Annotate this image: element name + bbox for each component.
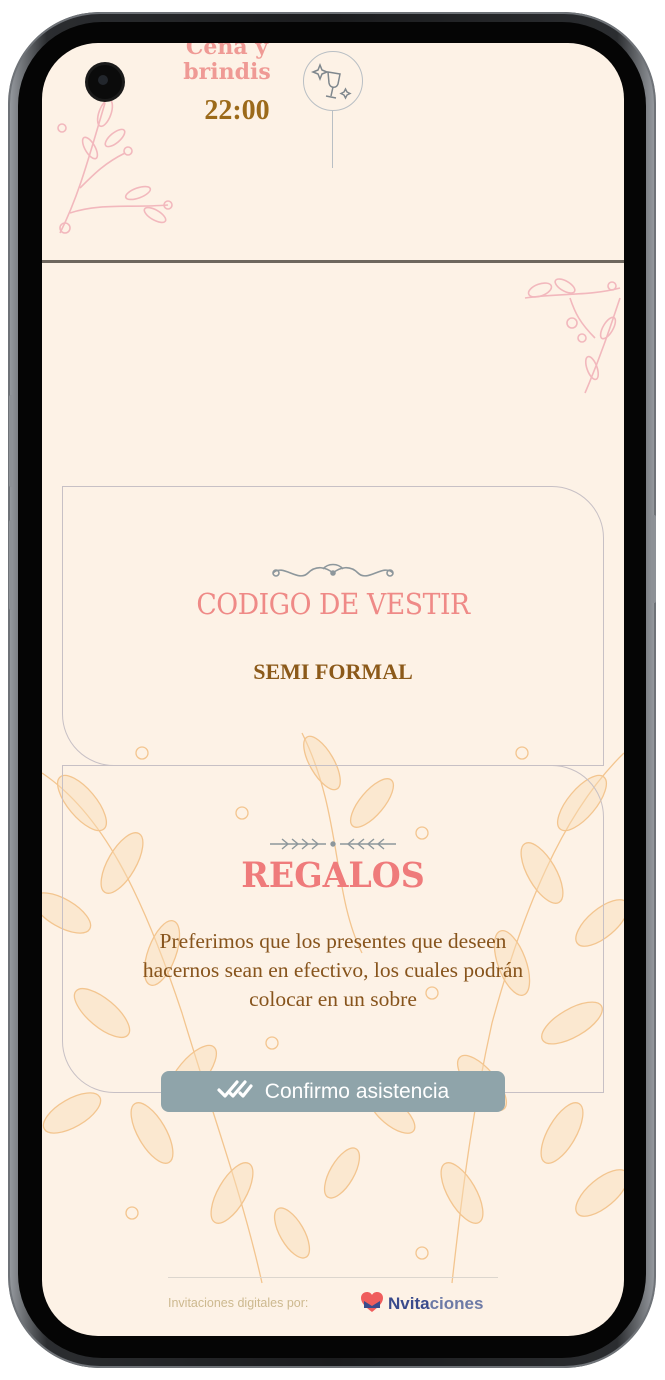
gifts-title: REGALOS — [241, 855, 425, 896]
dress-code-title: CODIGO DE VESTIR — [196, 587, 470, 621]
arrow-ornament — [270, 838, 396, 850]
nvitaciones-brand-link[interactable]: Nvitaciones — [360, 1291, 483, 1317]
footer-divider — [168, 1277, 498, 1278]
timeline-connector — [332, 110, 333, 168]
event-time: 22:00 — [204, 95, 270, 126]
confirm-attendance-label: Confirmo asistencia — [264, 1079, 450, 1103]
side-button-left-2 — [9, 520, 13, 610]
floral-decoration-top-left — [57, 98, 173, 234]
brand-name: Nvitaciones — [388, 1294, 484, 1313]
invitation-screen: Cena y brindis 22:00 CODIGO DE VESTIR SE… — [42, 43, 624, 1336]
side-button-left-1 — [9, 395, 13, 487]
side-button-right — [652, 515, 656, 603]
event-title: Cena y brindis — [183, 43, 271, 85]
champagne-glass-icon — [303, 51, 363, 111]
floral-decoration-top-right — [524, 278, 621, 394]
dress-code-value: SEMI FORMAL — [253, 659, 413, 684]
heart-envelope-logo — [360, 1291, 384, 1317]
section-divider — [42, 260, 624, 263]
gifts-description: Preferimos que los presentes que deseen … — [142, 929, 524, 1011]
footer-credit: Invitaciones digitales por: — [168, 1296, 309, 1310]
dress-code-card — [62, 486, 604, 766]
scroll-ornament — [272, 563, 394, 577]
front-camera — [88, 65, 122, 99]
confirm-attendance-button[interactable]: Confirmo asistencia — [161, 1071, 505, 1112]
double-check-icon — [217, 1078, 253, 1106]
